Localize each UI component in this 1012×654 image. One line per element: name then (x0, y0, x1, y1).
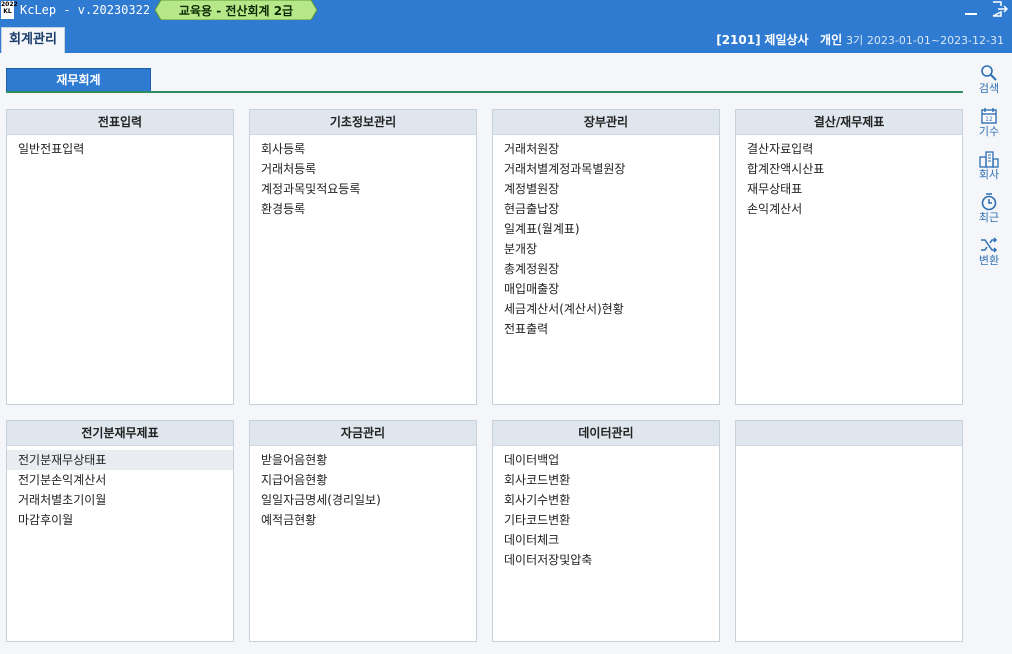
menu-item[interactable]: 전표출력 (493, 319, 719, 339)
menu-item[interactable]: 마감후이월 (7, 510, 233, 530)
panel-item-list: 일반전표입력 (7, 135, 233, 159)
app-title: KcLep - v.20230322 (20, 3, 151, 17)
title-bar: 2022 KL KcLep - v.20230322 교육용 - 전산회계 2급 (0, 0, 1012, 22)
menu-item[interactable]: 데이터저장및압축 (493, 550, 719, 570)
calendar-icon: 12 (981, 108, 997, 124)
menu-item[interactable]: 계정별원장 (493, 179, 719, 199)
menu-item[interactable]: 매입매출장 (493, 279, 719, 299)
search-tool[interactable]: 검색 (970, 64, 1008, 105)
fiscal-period: 2023-01-01~2023-12-31 (866, 34, 1004, 47)
fiscal-term-tool[interactable]: 12 기수 (970, 107, 1008, 148)
menu-item[interactable]: 분개장 (493, 239, 719, 259)
svg-text:12: 12 (985, 116, 993, 123)
panel-voucher-entry: 전표입력일반전표입력 (6, 109, 234, 405)
menu-item[interactable]: 받을어음현황 (250, 450, 476, 470)
menu-item[interactable]: 거래처별계정과목별원장 (493, 159, 719, 179)
panel-item-list: 회사등록 거래처등록 계정과목및적요등록 환경등록 (250, 135, 476, 219)
panel-title: 기초정보관리 (250, 110, 476, 135)
company-tool[interactable]: 회사 (970, 150, 1008, 191)
panel-data: 데이터관리 데이터백업 회사코드변환 회사기수변환 기타코드변환 데이터체크 데이터저장및압… (492, 420, 720, 642)
panel-item-list: 거래처원장 거래처별계정과목별원장 계정별원장 현금출납장 일계표(월계표) 분개장 총계정… (493, 135, 719, 339)
menu-item[interactable]: 일계표(월계표) (493, 219, 719, 239)
panel-closing: 결산/재무제표 결산자료입력 합계잔액시산표 재무상태표 손익계산서 (735, 109, 963, 405)
menu-item[interactable]: 회사기수변환 (493, 490, 719, 510)
fiscal-term: 3기 (845, 34, 864, 47)
company-name: 제일상사 (764, 33, 809, 47)
right-toolbar: 검색 12 기수 회사 최근 변환 (970, 62, 1008, 277)
edu-badge: 교육용 - 전산회계 2급 (155, 0, 317, 20)
edu-badge-label: 교육용 - 전산회계 2급 (178, 4, 294, 18)
menu-strip: 회계관리 [2101] 제일상사 개인 3기 2023-01-01~2023-1… (0, 22, 1012, 53)
menu-item[interactable]: 일반전표입력 (7, 139, 233, 159)
tab-accounting[interactable]: 회계관리 (1, 27, 65, 53)
company-type: 개인 (820, 33, 843, 47)
minimize-button[interactable] (963, 1, 979, 17)
menu-item[interactable]: 회사등록 (250, 139, 476, 159)
menu-item[interactable]: 결산자료입력 (736, 139, 962, 159)
menu-item[interactable]: 전기분재무상태표 (7, 450, 233, 470)
panel-title (736, 421, 962, 446)
company-code: [2101] (716, 33, 761, 47)
panel-basic-info: 기초정보관리 회사등록 거래처등록 계정과목및적요등록 환경등록 (249, 109, 477, 405)
menu-item[interactable]: 현금출납장 (493, 199, 719, 219)
menu-item[interactable]: 손익계산서 (736, 199, 962, 219)
panel-title: 데이터관리 (493, 421, 719, 446)
panel-title: 장부관리 (493, 110, 719, 135)
panel-prior-statements: 전기분재무제표 전기분재무상태표 전기분손익계산서 거래처별초기이월 마감후이월 (6, 420, 234, 642)
exit-icon (992, 1, 1009, 17)
fiscal-term-tool-label: 기수 (978, 125, 1000, 138)
menu-item[interactable]: 기타코드변환 (493, 510, 719, 530)
panel-title: 전표입력 (7, 110, 233, 135)
company-info: [2101] 제일상사 개인 3기 2023-01-01~2023-12-31 (716, 31, 1004, 48)
menu-item[interactable]: 예적금현황 (250, 510, 476, 530)
building-icon (979, 151, 999, 168)
convert-tool-label: 변환 (978, 254, 1000, 267)
menu-item[interactable]: 데이터체크 (493, 530, 719, 550)
search-icon (981, 65, 997, 81)
menu-item[interactable]: 회사코드변환 (493, 470, 719, 490)
menu-item[interactable]: 거래처등록 (250, 159, 476, 179)
panel-ledger: 장부관리 거래처원장 거래처별계정과목별원장 계정별원장 현금출납장 일계표(월계표) 분개… (492, 109, 720, 405)
menu-item[interactable]: 데이터백업 (493, 450, 719, 470)
menu-item[interactable]: 총계정원장 (493, 259, 719, 279)
menu-item[interactable]: 전기분손익계산서 (7, 470, 233, 490)
recent-tool[interactable]: 최근 (970, 193, 1008, 234)
shuffle-icon (981, 237, 998, 253)
menu-item[interactable]: 환경등록 (250, 199, 476, 219)
panel-fund: 자금관리 받을어음현황 지급어음현황 일일자금명세(경리일보) 예적금현황 (249, 420, 477, 642)
exit-button[interactable] (990, 0, 1009, 18)
menu-item[interactable]: 계정과목및적요등록 (250, 179, 476, 199)
panel-item-list: 전기분재무상태표 전기분손익계산서 거래처별초기이월 마감후이월 (7, 446, 233, 530)
menu-item[interactable]: 거래처별초기이월 (7, 490, 233, 510)
section-divider (6, 91, 963, 93)
panel-empty (735, 420, 963, 642)
app-logo: 2022 KL (1, 1, 18, 19)
menu-item[interactable]: 세금계산서(계산서)현황 (493, 299, 719, 319)
panel-title: 결산/재무제표 (736, 110, 962, 135)
panel-item-list: 결산자료입력 합계잔액시산표 재무상태표 손익계산서 (736, 135, 962, 219)
panel-item-list: 데이터백업 회사코드변환 회사기수변환 기타코드변환 데이터체크 데이터저장및압축 (493, 446, 719, 570)
convert-tool[interactable]: 변환 (970, 236, 1008, 277)
menu-item[interactable]: 지급어음현황 (250, 470, 476, 490)
menu-item[interactable]: 합계잔액시산표 (736, 159, 962, 179)
recent-tool-label: 최근 (978, 211, 1000, 224)
panel-title: 전기분재무제표 (7, 421, 233, 446)
section-tab-financial[interactable]: 재무회계 (6, 68, 151, 92)
company-tool-label: 회사 (978, 168, 1000, 181)
search-tool-label: 검색 (978, 82, 1000, 95)
clock-icon (981, 193, 997, 211)
panel-title: 자금관리 (250, 421, 476, 446)
menu-item[interactable]: 일일자금명세(경리일보) (250, 490, 476, 510)
panel-item-list (736, 446, 962, 450)
panel-item-list: 받을어음현황 지급어음현황 일일자금명세(경리일보) 예적금현황 (250, 446, 476, 530)
menu-item[interactable]: 재무상태표 (736, 179, 962, 199)
menu-item[interactable]: 거래처원장 (493, 139, 719, 159)
